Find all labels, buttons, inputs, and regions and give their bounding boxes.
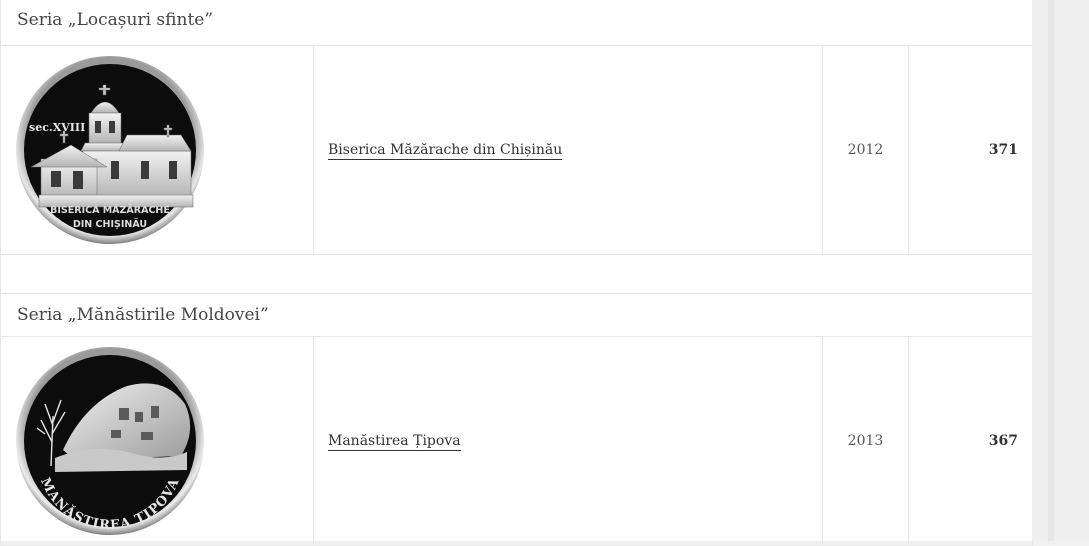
table-row: sec.XVIII BISERICA MĂZĂRACHE DIN CHIȘINĂ…: [0, 45, 1034, 255]
series-header-row: Seria „Locașuri sfinte”: [0, 0, 1034, 46]
coin-image-cell: MANĂSTIREA ȚIPOVA: [0, 336, 314, 546]
coin-inscription-line2: DIN CHIȘINĂU: [73, 218, 147, 230]
coin-name-link[interactable]: Biserica Măzărache din Chișinău: [328, 142, 563, 160]
coin-image-mazarache[interactable]: sec.XVIII BISERICA MĂZĂRACHE DIN CHIȘINĂ…: [15, 55, 205, 245]
scrollbar-track[interactable]: [1048, 0, 1054, 541]
coin-number: 371: [907, 45, 1034, 255]
coin-inscription-line1: BISERICA MĂZĂRACHE: [50, 204, 170, 216]
coin-inscription-century: sec.XVIII: [29, 121, 85, 134]
coin-year: 2012: [822, 45, 909, 255]
series-title: Seria „Mănăstirile Moldovei”: [0, 293, 1034, 337]
series-title: Seria „Locașuri sfinte”: [0, 0, 1034, 46]
spacer-row: [0, 254, 1034, 294]
coin-name-link[interactable]: Manăstirea Țipova: [328, 433, 461, 451]
table-row: MANĂSTIREA ȚIPOVA Manăstirea Țipova 2013…: [0, 336, 1034, 546]
coins-table: Seria „Locașuri sfinte” sec.XVIII BISERI…: [0, 0, 1034, 546]
coin-name-cell: Manăstirea Țipova: [313, 336, 823, 546]
coin-image-cell: sec.XVIII BISERICA MĂZĂRACHE DIN CHIȘINĂ…: [0, 45, 314, 255]
series-header-row: Seria „Mănăstirile Moldovei”: [0, 293, 1034, 337]
page-scrollbar[interactable]: [1032, 0, 1089, 541]
coin-year: 2013: [822, 336, 909, 546]
content-area: Seria „Locașuri sfinte” sec.XVIII BISERI…: [0, 0, 1034, 546]
coin-number: 367: [907, 336, 1034, 546]
coin-image-tipova[interactable]: MANĂSTIREA ȚIPOVA: [15, 346, 205, 536]
coin-name-cell: Biserica Măzărache din Chișinău: [313, 45, 823, 255]
